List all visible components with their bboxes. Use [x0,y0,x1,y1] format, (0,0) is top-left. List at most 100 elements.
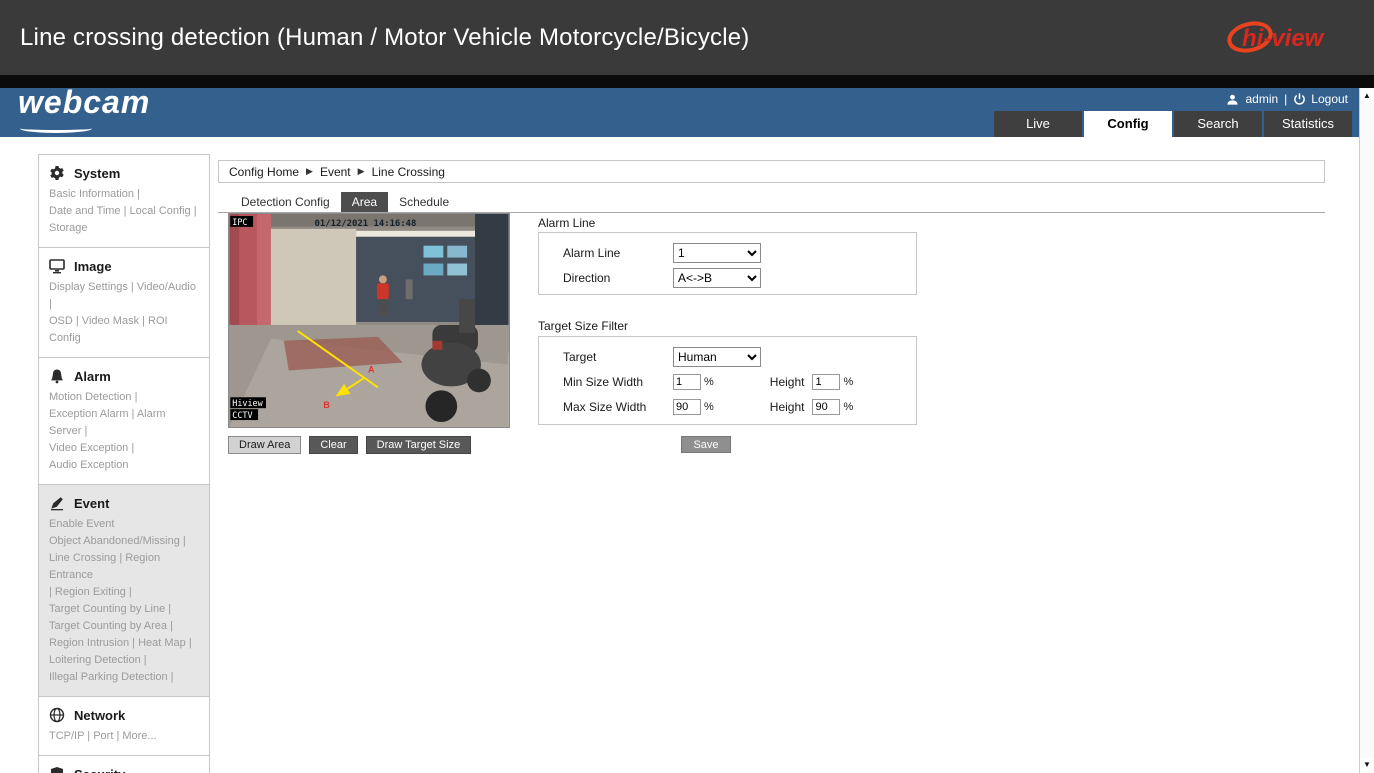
sidebar-link[interactable]: Motion Detection | [49,389,201,406]
scroll-down-arrow-icon[interactable]: ▼ [1360,758,1374,772]
direction-label: Direction [563,271,673,285]
sidebar-link[interactable]: Storage [49,220,201,237]
tab-config[interactable]: Config [1084,111,1172,137]
scroll-up-arrow-icon[interactable]: ▲ [1360,89,1374,103]
camera-preview-scene: A B IPC 01/12/2021 14:16:48 Hiview CCTV [229,214,509,427]
alarm-line-box: Alarm Line 1 Direction A<->B [538,232,917,295]
sidebar-section-title: Event [74,496,109,511]
min-height-input[interactable] [812,374,840,390]
sidebar-item-event[interactable]: Event [49,493,201,513]
sidebar-section-image: Image Display Settings | Video/Audio | O… [38,247,210,358]
sidebar-link[interactable]: Basic Information | [49,186,201,203]
percent-label: % [843,401,853,413]
content-area: System Basic Information | Date and Time… [0,137,1359,773]
globe-icon [49,707,65,723]
osd-brand-line2: CCTV [232,410,252,420]
sidebar-link[interactable]: Illegal Parking Detection | [49,669,201,686]
monitor-icon [49,258,65,274]
sidebar-section-title: Security [74,767,125,773]
percent-label: % [704,401,714,413]
camera-preview[interactable]: A B IPC 01/12/2021 14:16:48 Hiview CCTV [228,213,510,428]
breadcrumb-separator-icon: ▶ [358,166,365,177]
sidebar-link[interactable]: Loitering Detection | [49,652,201,669]
min-height-label: Height [770,375,805,389]
draw-target-size-button[interactable]: Draw Target Size [366,436,472,454]
username-label: admin [1245,92,1278,106]
sidebar-item-network[interactable]: Network [49,705,201,725]
alarm-line-row: Alarm Line 1 [563,243,916,263]
tab-search[interactable]: Search [1174,111,1262,137]
target-select[interactable]: Human [673,347,761,367]
point-b-label: B [323,400,330,410]
max-width-input[interactable] [673,399,701,415]
max-height-label: Height [770,400,805,414]
hiview-logo-graphic: hi-view [1226,16,1358,58]
sidebar-link[interactable]: Display Settings | Video/Audio | [49,279,201,313]
max-size-width-label: Max Size Width [563,400,673,414]
sidebar-links: Motion Detection | Exception Alarm | Ala… [49,389,201,474]
direction-select[interactable]: A<->B [673,268,761,288]
target-label: Target [563,350,673,364]
save-button[interactable]: Save [681,436,731,453]
tab-area[interactable]: Area [341,192,388,212]
sidebar-item-image[interactable]: Image [49,256,201,276]
tab-detection-config[interactable]: Detection Config [230,192,341,212]
alarm-line-label: Alarm Line [563,246,673,260]
sidebar-section-title: System [74,166,120,181]
sidebar-link[interactable]: Target Counting by Line | [49,601,201,618]
sidebar-item-security[interactable]: Security [49,764,201,773]
sidebar-link[interactable]: Target Counting by Area | [49,618,201,635]
sidebar-section-network: Network TCP/IP | Port | More... [38,696,210,756]
sidebar-link[interactable]: | Region Exiting | [49,584,201,601]
main-nav: Live Config Search Statistics [992,111,1352,137]
sidebar-link[interactable]: OSD | Video Mask | ROI Config [49,313,201,347]
sidebar-section-alarm: Alarm Motion Detection | Exception Alarm… [38,357,210,485]
top-banner: Line crossing detection (Human / Motor V… [0,0,1374,75]
min-size-row: Min Size Width % Height % [563,372,916,392]
sidebar-link[interactable]: Date and Time | Local Config | [49,203,201,220]
header-divider-strip [0,75,1374,88]
breadcrumb-separator-icon: ▶ [306,166,313,177]
sidebar: System Basic Information | Date and Time… [38,155,210,773]
page-title: Line crossing detection (Human / Motor V… [20,24,750,52]
sidebar-link[interactable]: Object Abandoned/Missing | [49,533,201,550]
breadcrumb-config-home[interactable]: Config Home [229,165,299,179]
sidebar-section-title: Network [74,708,125,723]
sidebar-link-line-crossing[interactable]: Line Crossing | Region Entrance [49,550,201,584]
sidebar-link[interactable]: Video Exception | [49,440,201,457]
breadcrumb-line-crossing[interactable]: Line Crossing [372,165,445,179]
sidebar-section-event: Event Enable Event Object Abandoned/Miss… [38,484,210,697]
direction-row: Direction A<->B [563,268,916,288]
sidebar-item-alarm[interactable]: Alarm [49,366,201,386]
vertical-scrollbar[interactable]: ▲ ▼ [1359,88,1374,773]
sidebar-item-system[interactable]: System [49,163,201,183]
sidebar-links: Display Settings | Video/Audio | OSD | V… [49,279,201,347]
sidebar-links: Enable Event Object Abandoned/Missing | … [49,516,201,686]
breadcrumb: Config Home ▶ Event ▶ Line Crossing [218,160,1325,183]
draw-area-button[interactable]: Draw Area [228,436,301,454]
breadcrumb-event[interactable]: Event [320,165,351,179]
event-pen-icon [49,495,65,511]
tab-schedule[interactable]: Schedule [388,192,460,212]
sidebar-link[interactable]: Exception Alarm | Alarm Server | [49,406,201,440]
page: Line crossing detection (Human / Motor V… [0,0,1374,773]
config-tabs: Detection Config Area Schedule [218,192,1325,213]
bell-icon [49,368,65,384]
sidebar-link[interactable]: Audio Exception [49,457,201,474]
tab-live[interactable]: Live [994,111,1082,137]
sidebar-section-system: System Basic Information | Date and Time… [38,154,210,248]
sidebar-link[interactable]: TCP/IP | Port | More... [49,728,201,745]
sidebar-link[interactable]: Enable Event [49,516,201,533]
point-a-label: A [368,365,375,375]
alarm-line-select[interactable]: 1 [673,243,761,263]
logout-button[interactable]: Logout [1293,92,1348,106]
max-height-input[interactable] [812,399,840,415]
clear-button[interactable]: Clear [309,436,357,454]
sidebar-link[interactable]: Region Intrusion | Heat Map | [49,635,201,652]
min-width-input[interactable] [673,374,701,390]
tab-statistics[interactable]: Statistics [1264,111,1352,137]
gear-icon [49,165,65,181]
max-size-row: Max Size Width % Height % [563,397,916,417]
osd-timestamp: 01/12/2021 14:16:48 [315,219,417,229]
account-area: admin | Logout [1226,92,1348,106]
